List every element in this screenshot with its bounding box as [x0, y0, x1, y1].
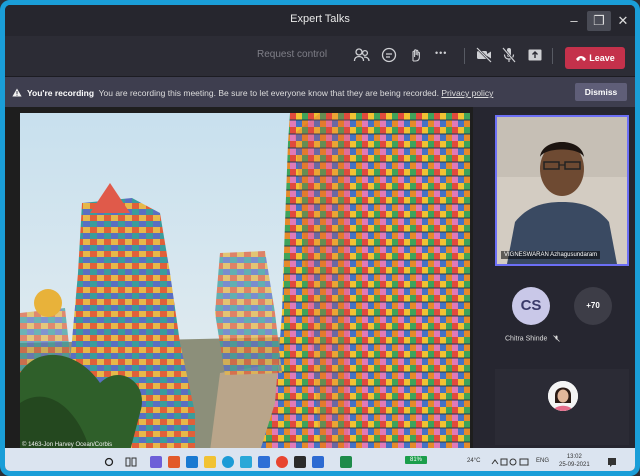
windows-taskbar: 81% 24°C ENG 13:02 25-09-2021	[5, 448, 635, 471]
clock-time: 13:02	[566, 454, 582, 460]
camera-off-icon[interactable]	[475, 46, 493, 64]
request-control-button[interactable]: Request control	[257, 49, 327, 60]
temple-photo	[20, 113, 470, 451]
store-app-icon[interactable]	[240, 456, 252, 468]
participant-panel: VIGNESWARAN Azhagusundaram CS Chitra Shi…	[473, 107, 635, 448]
leave-button[interactable]: Leave	[565, 47, 625, 69]
meeting-toolbar: Request control ••• Leave	[5, 36, 635, 77]
privacy-policy-link[interactable]: Privacy policy	[441, 88, 493, 98]
word-app-icon[interactable]	[312, 456, 324, 468]
self-view-tile[interactable]	[495, 369, 629, 445]
dismiss-button[interactable]: Dismiss	[575, 83, 627, 101]
recording-message: You're recording You are recording this …	[27, 88, 493, 98]
video-participant-name: VIGNESWARAN Azhagusundaram	[501, 251, 601, 259]
system-tray-icons[interactable]	[491, 457, 531, 467]
teams-app-icon[interactable]	[150, 456, 162, 468]
recording-title: You're recording	[27, 88, 95, 98]
chat-icon[interactable]	[380, 46, 398, 64]
leave-label: Leave	[589, 53, 615, 63]
recording-text: You are recording this meeting. Be sure …	[98, 88, 439, 98]
weather-widget[interactable]: 24°C	[467, 458, 480, 464]
phone-hangup-icon	[576, 56, 586, 61]
meeting-stage: © 1463-Jon Harvey Ocean/Corbis VIGNESWAR…	[5, 107, 635, 451]
mic-off-icon[interactable]	[500, 46, 518, 64]
toolbar-divider	[464, 48, 465, 64]
task-view-icon[interactable]	[125, 456, 137, 468]
input-language[interactable]: ENG	[536, 458, 549, 464]
window-title: Expert Talks	[290, 13, 350, 25]
toolbar-divider	[552, 48, 553, 64]
participant-name: Chitra Shinde	[505, 335, 548, 343]
more-participants-button[interactable]: +70	[574, 287, 612, 325]
reactions-icon[interactable]	[407, 46, 425, 64]
maximize-button[interactable]: ❐	[587, 11, 611, 31]
outlook-app-icon[interactable]	[186, 456, 198, 468]
close-button[interactable]: ✕	[611, 11, 635, 31]
clock-date: 25-09-2021	[559, 462, 590, 468]
terminal-app-icon[interactable]	[294, 456, 306, 468]
folder-app-icon[interactable]	[204, 456, 216, 468]
recording-banner: You're recording You are recording this …	[5, 77, 635, 107]
search-icon[interactable]	[103, 456, 115, 468]
clock[interactable]: 13:02 25-09-2021	[559, 453, 590, 469]
teams-window: Expert Talks – ❐ ✕ Request control ••• L…	[0, 0, 640, 476]
chrome-app-icon[interactable]	[276, 456, 288, 468]
participant-video	[497, 117, 627, 264]
share-screen-icon[interactable]	[526, 46, 544, 64]
edge-app-icon[interactable]	[222, 456, 234, 468]
minimize-button[interactable]: –	[562, 11, 586, 31]
mail-app-icon[interactable]	[258, 456, 270, 468]
battery-indicator[interactable]: 81%	[405, 456, 428, 464]
more-options-button[interactable]: •••	[435, 48, 453, 66]
mic-muted-icon	[553, 335, 561, 342]
notification-icon[interactable]	[607, 457, 617, 467]
participant-name-row: Chitra Shinde	[505, 335, 561, 343]
participant-avatar[interactable]: CS	[512, 287, 550, 325]
self-avatar	[548, 381, 578, 411]
participants-icon[interactable]	[353, 46, 371, 64]
warning-icon	[12, 88, 22, 97]
office-app-icon[interactable]	[168, 456, 180, 468]
title-bar: Expert Talks – ❐ ✕	[5, 5, 635, 36]
video-tile[interactable]: VIGNESWARAN Azhagusundaram	[495, 115, 629, 266]
shared-screen: © 1463-Jon Harvey Ocean/Corbis	[20, 113, 470, 451]
excel-app-icon[interactable]	[340, 456, 352, 468]
